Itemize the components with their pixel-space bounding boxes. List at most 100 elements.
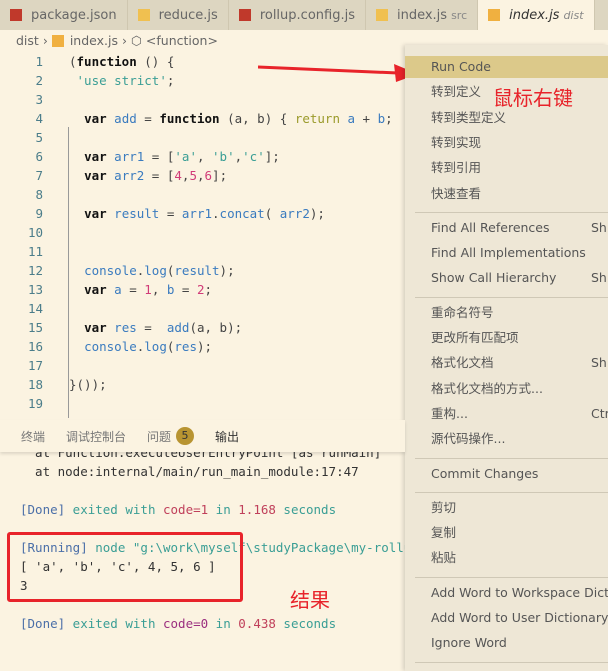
menu-item[interactable]: 格式化文档 Shift xyxy=(405,352,608,374)
menu-item[interactable]: Add Word to Workspace Dictionary xyxy=(405,582,608,604)
menu-item[interactable]: 源代码操作... xyxy=(405,428,608,450)
code-line: 6 var arr1 = ['a', 'b','c']; xyxy=(0,147,405,166)
code-token: ; xyxy=(166,73,175,88)
chevron-right-icon: › xyxy=(122,33,127,48)
menu-item[interactable]: Find All References Shift xyxy=(405,217,608,239)
code-line: 13 var a = 1, b = 2; xyxy=(0,280,405,299)
menu-item[interactable]: Ignore Word xyxy=(405,632,608,654)
menu-item-label: 源代码操作... xyxy=(431,431,506,447)
line-number: 17 xyxy=(27,358,43,373)
output-token: in xyxy=(208,502,239,517)
tab-debug-console[interactable]: 调试控制台 xyxy=(66,428,126,445)
code-token: 6 xyxy=(204,168,213,183)
tab-terminal[interactable]: 终端 xyxy=(21,428,45,445)
code-token: add xyxy=(166,320,190,335)
code-line: 10 xyxy=(0,223,405,242)
code-token: = xyxy=(121,282,145,297)
menu-item-label: 转到引用 xyxy=(431,160,482,176)
tab-index-js[interactable]: index.js dist xyxy=(478,0,595,30)
menu-item[interactable]: 转到实现 xyxy=(405,132,608,154)
menu-item[interactable]: Add Word to User Dictionary xyxy=(405,607,608,629)
line-number: 1 xyxy=(35,54,43,69)
menu-item[interactable]: 转到引用 xyxy=(405,157,608,179)
code-token: b xyxy=(377,111,386,126)
code-text: 'use strict'; xyxy=(69,71,175,90)
menu-item[interactable]: 快速查看 xyxy=(405,183,608,205)
line-number: 11 xyxy=(27,244,43,259)
code-token: var xyxy=(84,111,107,126)
menu-item-label: 剪切 xyxy=(431,499,457,515)
menu-item-label: Find All References xyxy=(431,219,550,235)
code-token: ); xyxy=(309,206,325,221)
menu-item[interactable]: 粘贴 xyxy=(405,547,608,569)
code-token: ]; xyxy=(264,149,280,164)
line-number: 15 xyxy=(27,320,43,335)
js-file-icon xyxy=(51,34,64,47)
menu-item-label: Run Code xyxy=(431,59,491,74)
output-token: seconds xyxy=(275,616,337,631)
code-text: (function () { xyxy=(69,52,174,71)
tab-label: index.js xyxy=(509,7,560,23)
tab-output[interactable]: 输出 xyxy=(215,428,239,445)
tab-index-js[interactable]: index.js src xyxy=(366,0,479,30)
breadcrumb-folder[interactable]: dist xyxy=(16,33,39,48)
menu-item[interactable]: Show Call Hierarchy Shift xyxy=(405,267,608,289)
menu-item[interactable]: 格式化文档的方式... xyxy=(405,378,608,400)
output-token: code=0 xyxy=(163,616,209,631)
menu-item[interactable]: Commit Changes xyxy=(405,463,608,485)
tab-reduce-js[interactable]: reduce.js xyxy=(128,0,229,30)
breadcrumb-file[interactable]: index.js xyxy=(70,33,118,48)
code-text: console.log(res); xyxy=(69,337,212,356)
code-token: function xyxy=(76,54,137,69)
menu-item[interactable]: 更改所有匹配项 xyxy=(405,327,608,349)
line-number: 9 xyxy=(35,206,43,221)
code-token: . xyxy=(212,206,220,221)
breadcrumb: dist › index.js › ⬡ <function> xyxy=(16,33,218,48)
code-token: add xyxy=(114,111,137,126)
tab-problems[interactable]: 问题 5 xyxy=(147,427,195,445)
breadcrumb-symbol[interactable]: <function> xyxy=(146,33,218,48)
menu-item-label: 格式化文档的方式... xyxy=(431,380,543,396)
output-token: 0.438 xyxy=(238,616,276,631)
menu-item[interactable]: 命令面板... xyxy=(405,667,608,671)
tab-package-json[interactable]: package.json xyxy=(0,0,128,30)
code-token: arr2 xyxy=(114,168,145,183)
code-text: var a = 1, b = 2; xyxy=(69,280,212,299)
output-line: [Done] exited with code=0 in 0.438 secon… xyxy=(20,614,336,633)
menu-item-label: 重构... xyxy=(431,405,468,421)
code-token: var xyxy=(84,206,107,221)
menu-item[interactable]: 重构... Ctrl xyxy=(405,403,608,425)
menu-item[interactable]: 复制 xyxy=(405,522,608,544)
menu-item-label: 转到类型定义 xyxy=(431,109,507,125)
code-line: 12 console.log(result); xyxy=(0,261,405,280)
code-token: result xyxy=(114,206,160,221)
menu-separator xyxy=(415,457,608,459)
tab-label: reduce.js xyxy=(158,7,218,23)
menu-item-label: Commit Changes xyxy=(431,465,539,481)
code-token: arr2 xyxy=(279,206,310,221)
menu-item[interactable]: 重命名符号 xyxy=(405,302,608,324)
output-token: seconds xyxy=(275,502,337,517)
menu-item-label: 转到实现 xyxy=(431,134,482,150)
code-editor[interactable]: 1 (function () {2 'use strict'; 3 4 var add… xyxy=(0,52,405,418)
code-token: , xyxy=(196,149,213,164)
code-token: 'a' xyxy=(174,149,197,164)
code-token: res xyxy=(174,339,197,354)
output-line: [Done] exited with code=1 in 1.168 secon… xyxy=(20,500,336,519)
code-text: var result = arr1.concat( arr2); xyxy=(69,204,325,223)
menu-item[interactable]: 剪切 xyxy=(405,497,608,519)
panel-tab-bar: 终端 调试控制台 问题 5 输出 xyxy=(0,420,405,452)
code-token: = xyxy=(136,320,167,335)
menu-item[interactable]: Run Code xyxy=(405,56,608,78)
result-highlight-box xyxy=(7,532,243,602)
tab-rollup-config.js[interactable]: rollup.config.js xyxy=(229,0,366,30)
js-file-icon xyxy=(375,9,388,21)
menu-item-shortcut: Ctrl xyxy=(591,405,608,421)
menu-item[interactable]: Find All Implementations xyxy=(405,242,608,264)
